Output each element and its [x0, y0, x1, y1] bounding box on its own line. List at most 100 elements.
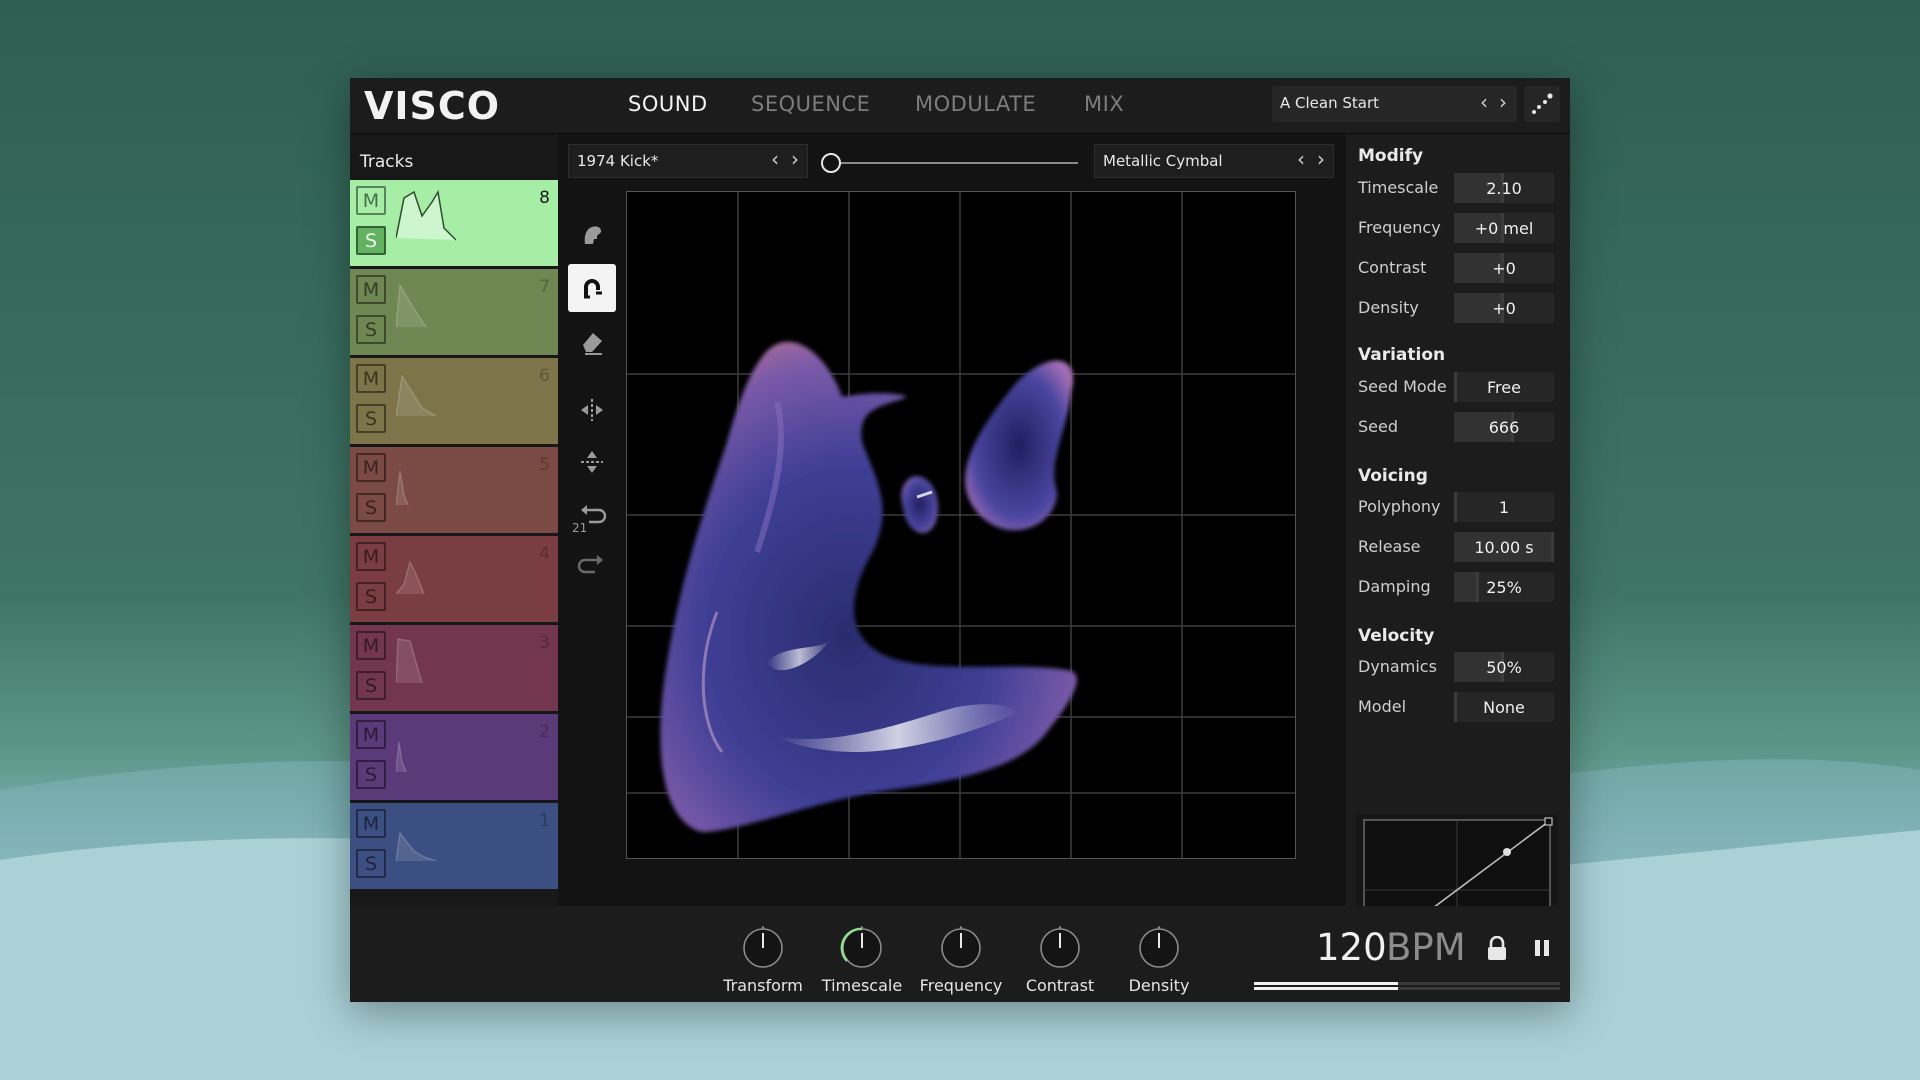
- morph-slider-handle[interactable]: [821, 153, 841, 173]
- track-number: 3: [539, 633, 550, 653]
- track-waveform-thumbnail: [396, 638, 423, 684]
- magnet-tool[interactable]: [568, 264, 616, 312]
- solo-button[interactable]: S: [356, 671, 386, 700]
- preset-next-button[interactable]: ›: [1499, 90, 1507, 114]
- timescale-label: Timescale: [1358, 178, 1439, 197]
- frequency-control[interactable]: +0 mel: [1454, 213, 1554, 243]
- seed-label: Seed: [1358, 417, 1398, 436]
- track-row-3[interactable]: MS 3: [350, 625, 558, 711]
- dynamics-value: 50%: [1486, 658, 1522, 677]
- tab-sound[interactable]: SOUND: [628, 92, 708, 116]
- flip-vertical-icon: [581, 451, 603, 473]
- track-waveform-thumbnail: [396, 831, 437, 862]
- redo-icon: [577, 555, 603, 574]
- pause-icon[interactable]: [1532, 937, 1552, 959]
- track-row-7[interactable]: MS 7: [350, 269, 558, 355]
- flip-vertical-tool[interactable]: [568, 438, 616, 486]
- bpm-unit: BPM: [1386, 926, 1466, 969]
- model-control[interactable]: None: [1454, 692, 1554, 722]
- randomize-button[interactable]: [1524, 86, 1560, 122]
- modify-panel: Modify Variation Voicing Velocity Timesc…: [1346, 134, 1570, 966]
- track-number: 6: [539, 366, 550, 386]
- solo-button[interactable]: S: [356, 849, 386, 878]
- polyphony-value: 1: [1498, 498, 1510, 517]
- damping-label: Damping: [1358, 577, 1431, 596]
- bpm-value[interactable]: 120: [1316, 926, 1387, 969]
- track-row-1[interactable]: MS 1: [350, 803, 558, 889]
- seed-mode-control[interactable]: Free: [1454, 372, 1554, 402]
- preset-prev-button[interactable]: ‹: [1480, 90, 1488, 114]
- tab-modulate[interactable]: MODULATE: [915, 92, 1036, 116]
- contrast-control[interactable]: +0: [1454, 253, 1554, 283]
- transform-knob-dial[interactable]: [741, 926, 785, 970]
- solo-button[interactable]: S: [356, 226, 386, 255]
- visco-plugin-window: VISCO SOUND SEQUENCE MODULATE MIX A Clea…: [350, 78, 1570, 1002]
- mute-button[interactable]: M: [356, 364, 386, 393]
- mute-button[interactable]: M: [356, 186, 386, 215]
- model-label: Model: [1358, 697, 1407, 716]
- right-sample-next-button[interactable]: ›: [1317, 147, 1325, 171]
- track-number: 7: [539, 277, 550, 297]
- dynamics-control[interactable]: 50%: [1454, 652, 1554, 682]
- preset-selector[interactable]: A Clean Start ‹ ›: [1272, 86, 1517, 122]
- timescale-knob-label: Timescale: [821, 976, 903, 995]
- track-row-8[interactable]: MS 8: [350, 180, 558, 266]
- density-knob-dial[interactable]: [1137, 926, 1181, 970]
- mute-button[interactable]: M: [356, 631, 386, 660]
- density-label: Density: [1358, 298, 1419, 317]
- eraser-tool[interactable]: [568, 318, 616, 366]
- tab-mix[interactable]: MIX: [1084, 92, 1124, 116]
- frequency-knob-dial[interactable]: [939, 926, 983, 970]
- solo-button[interactable]: S: [356, 404, 386, 433]
- density-control[interactable]: +0: [1454, 293, 1554, 323]
- solo-button[interactable]: S: [356, 760, 386, 789]
- solo-button[interactable]: S: [356, 582, 386, 611]
- track-number: 4: [539, 544, 550, 564]
- variation-section-title: Variation: [1358, 345, 1446, 365]
- damping-control[interactable]: 25%: [1454, 572, 1554, 602]
- sound-canvas[interactable]: [626, 191, 1296, 859]
- seed-value: 666: [1488, 418, 1520, 437]
- flip-horizontal-icon: [581, 399, 603, 421]
- solo-button[interactable]: S: [356, 493, 386, 522]
- seed-mode-value: Free: [1487, 378, 1521, 397]
- mute-button[interactable]: M: [356, 809, 386, 838]
- right-sample-prev-button[interactable]: ‹: [1297, 147, 1305, 171]
- track-row-2[interactable]: MS 2: [350, 714, 558, 800]
- left-sample-selector[interactable]: 1974 Kick* ‹ ›: [568, 144, 808, 178]
- magnet-icon: [584, 279, 602, 299]
- mute-button[interactable]: M: [356, 720, 386, 749]
- flip-horizontal-tool[interactable]: [568, 386, 616, 434]
- lock-icon[interactable]: [1486, 936, 1508, 962]
- seed-control[interactable]: 666: [1454, 412, 1554, 442]
- hand-brush-icon: [584, 226, 602, 244]
- timescale-control[interactable]: 2.10: [1454, 173, 1554, 203]
- mute-button[interactable]: M: [356, 453, 386, 482]
- right-sample-selector[interactable]: Metallic Cymbal ‹ ›: [1094, 144, 1334, 178]
- left-sample-next-button[interactable]: ›: [791, 147, 799, 171]
- left-sample-prev-button[interactable]: ‹: [771, 147, 779, 171]
- header-bar: VISCO SOUND SEQUENCE MODULATE MIX A Clea…: [350, 78, 1570, 134]
- brush-tool[interactable]: [568, 211, 616, 259]
- app-logo: VISCO: [364, 84, 501, 128]
- track-row-4[interactable]: MS 4: [350, 536, 558, 622]
- contrast-knob-label: Contrast: [1025, 976, 1095, 995]
- track-waveform-thumbnail: [396, 373, 437, 417]
- track-waveform-thumbnail: [396, 189, 456, 241]
- solo-button[interactable]: S: [356, 315, 386, 344]
- redo-button[interactable]: [568, 542, 616, 590]
- track-row-6[interactable]: MS 6: [350, 358, 558, 444]
- release-control[interactable]: 10.00 s: [1454, 532, 1554, 562]
- morph-slider-track[interactable]: [830, 162, 1078, 164]
- model-value: None: [1483, 698, 1525, 717]
- release-label: Release: [1358, 537, 1421, 556]
- contrast-knob-dial[interactable]: [1038, 926, 1082, 970]
- track-row-5[interactable]: MS 5: [350, 447, 558, 533]
- tab-sequence[interactable]: SEQUENCE: [751, 92, 870, 116]
- mute-button[interactable]: M: [356, 542, 386, 571]
- track-number: 1: [539, 811, 550, 831]
- timescale-knob-dial[interactable]: [840, 926, 884, 970]
- polyphony-control[interactable]: 1: [1454, 492, 1554, 522]
- dynamics-label: Dynamics: [1358, 657, 1437, 676]
- mute-button[interactable]: M: [356, 275, 386, 304]
